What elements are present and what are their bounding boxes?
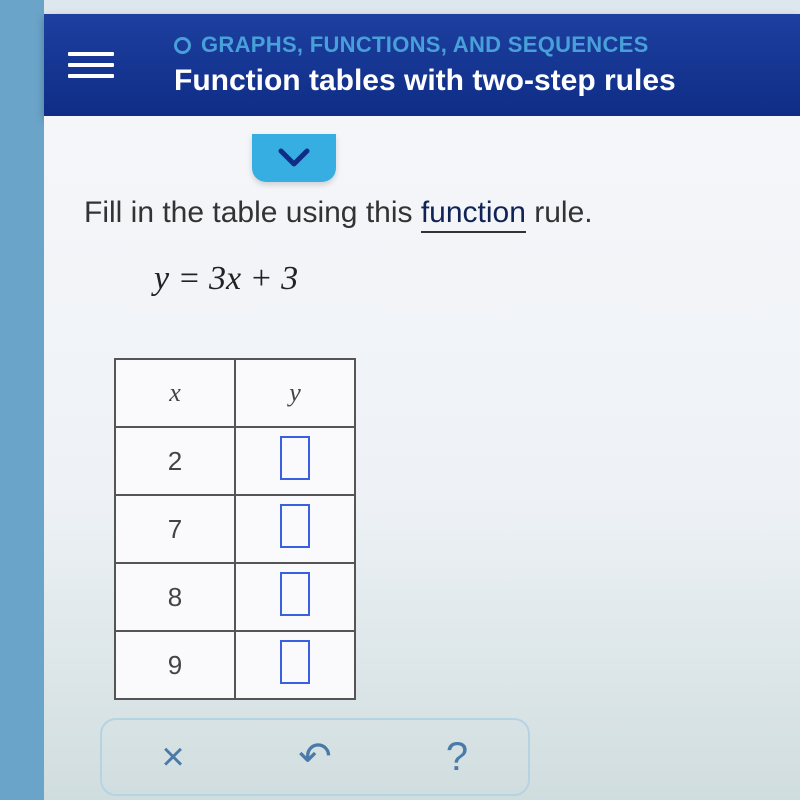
expand-tab-button[interactable]: [252, 134, 336, 182]
answer-toolbar: × ↶ ?: [100, 718, 530, 796]
breadcrumb[interactable]: GRAPHS, FUNCTIONS, AND SEQUENCES: [174, 32, 676, 58]
table-row: 9: [115, 631, 355, 699]
undo-icon: ↶: [298, 734, 332, 780]
instruction-pre: Fill in the table using this: [84, 196, 421, 229]
col-header-y: y: [235, 359, 355, 427]
content-area: Fill in the table using this function ru…: [44, 116, 800, 800]
top-strip: [44, 0, 800, 14]
breadcrumb-label: GRAPHS, FUNCTIONS, AND SEQUENCES: [201, 32, 649, 58]
table-row: 2: [115, 427, 355, 495]
x-cell: 8: [115, 563, 235, 631]
x-cell: 7: [115, 495, 235, 563]
function-table: x y 2 7 8 9: [114, 358, 356, 700]
table-header-row: x y: [115, 359, 355, 427]
clear-button[interactable]: ×: [143, 727, 203, 787]
x-icon: ×: [161, 735, 184, 780]
x-cell: 9: [115, 631, 235, 699]
menu-button[interactable]: [68, 42, 114, 88]
question-icon: ?: [446, 735, 468, 780]
instruction-post: rule.: [526, 196, 593, 229]
col-header-x: x: [115, 359, 235, 427]
chevron-down-icon: [277, 147, 311, 169]
header-texts: GRAPHS, FUNCTIONS, AND SEQUENCES Functio…: [174, 32, 676, 98]
page-title: Function tables with two-step rules: [174, 64, 676, 98]
y-input[interactable]: [280, 640, 310, 684]
instruction-text: Fill in the table using this function ru…: [84, 196, 778, 230]
header-bar: GRAPHS, FUNCTIONS, AND SEQUENCES Functio…: [44, 14, 800, 116]
y-input[interactable]: [280, 436, 310, 480]
table-row: 8: [115, 563, 355, 631]
progress-circle-icon: [174, 37, 191, 54]
function-definition-link[interactable]: function: [421, 196, 526, 233]
y-cell: [235, 563, 355, 631]
y-input[interactable]: [280, 572, 310, 616]
x-cell: 2: [115, 427, 235, 495]
y-input[interactable]: [280, 504, 310, 548]
table-row: 7: [115, 495, 355, 563]
equation: y = 3x + 3: [154, 260, 778, 298]
y-cell: [235, 631, 355, 699]
app-screen: GRAPHS, FUNCTIONS, AND SEQUENCES Functio…: [0, 0, 800, 800]
y-cell: [235, 427, 355, 495]
y-cell: [235, 495, 355, 563]
undo-button[interactable]: ↶: [285, 727, 345, 787]
left-side-strip: [0, 0, 44, 800]
help-button[interactable]: ?: [427, 727, 487, 787]
